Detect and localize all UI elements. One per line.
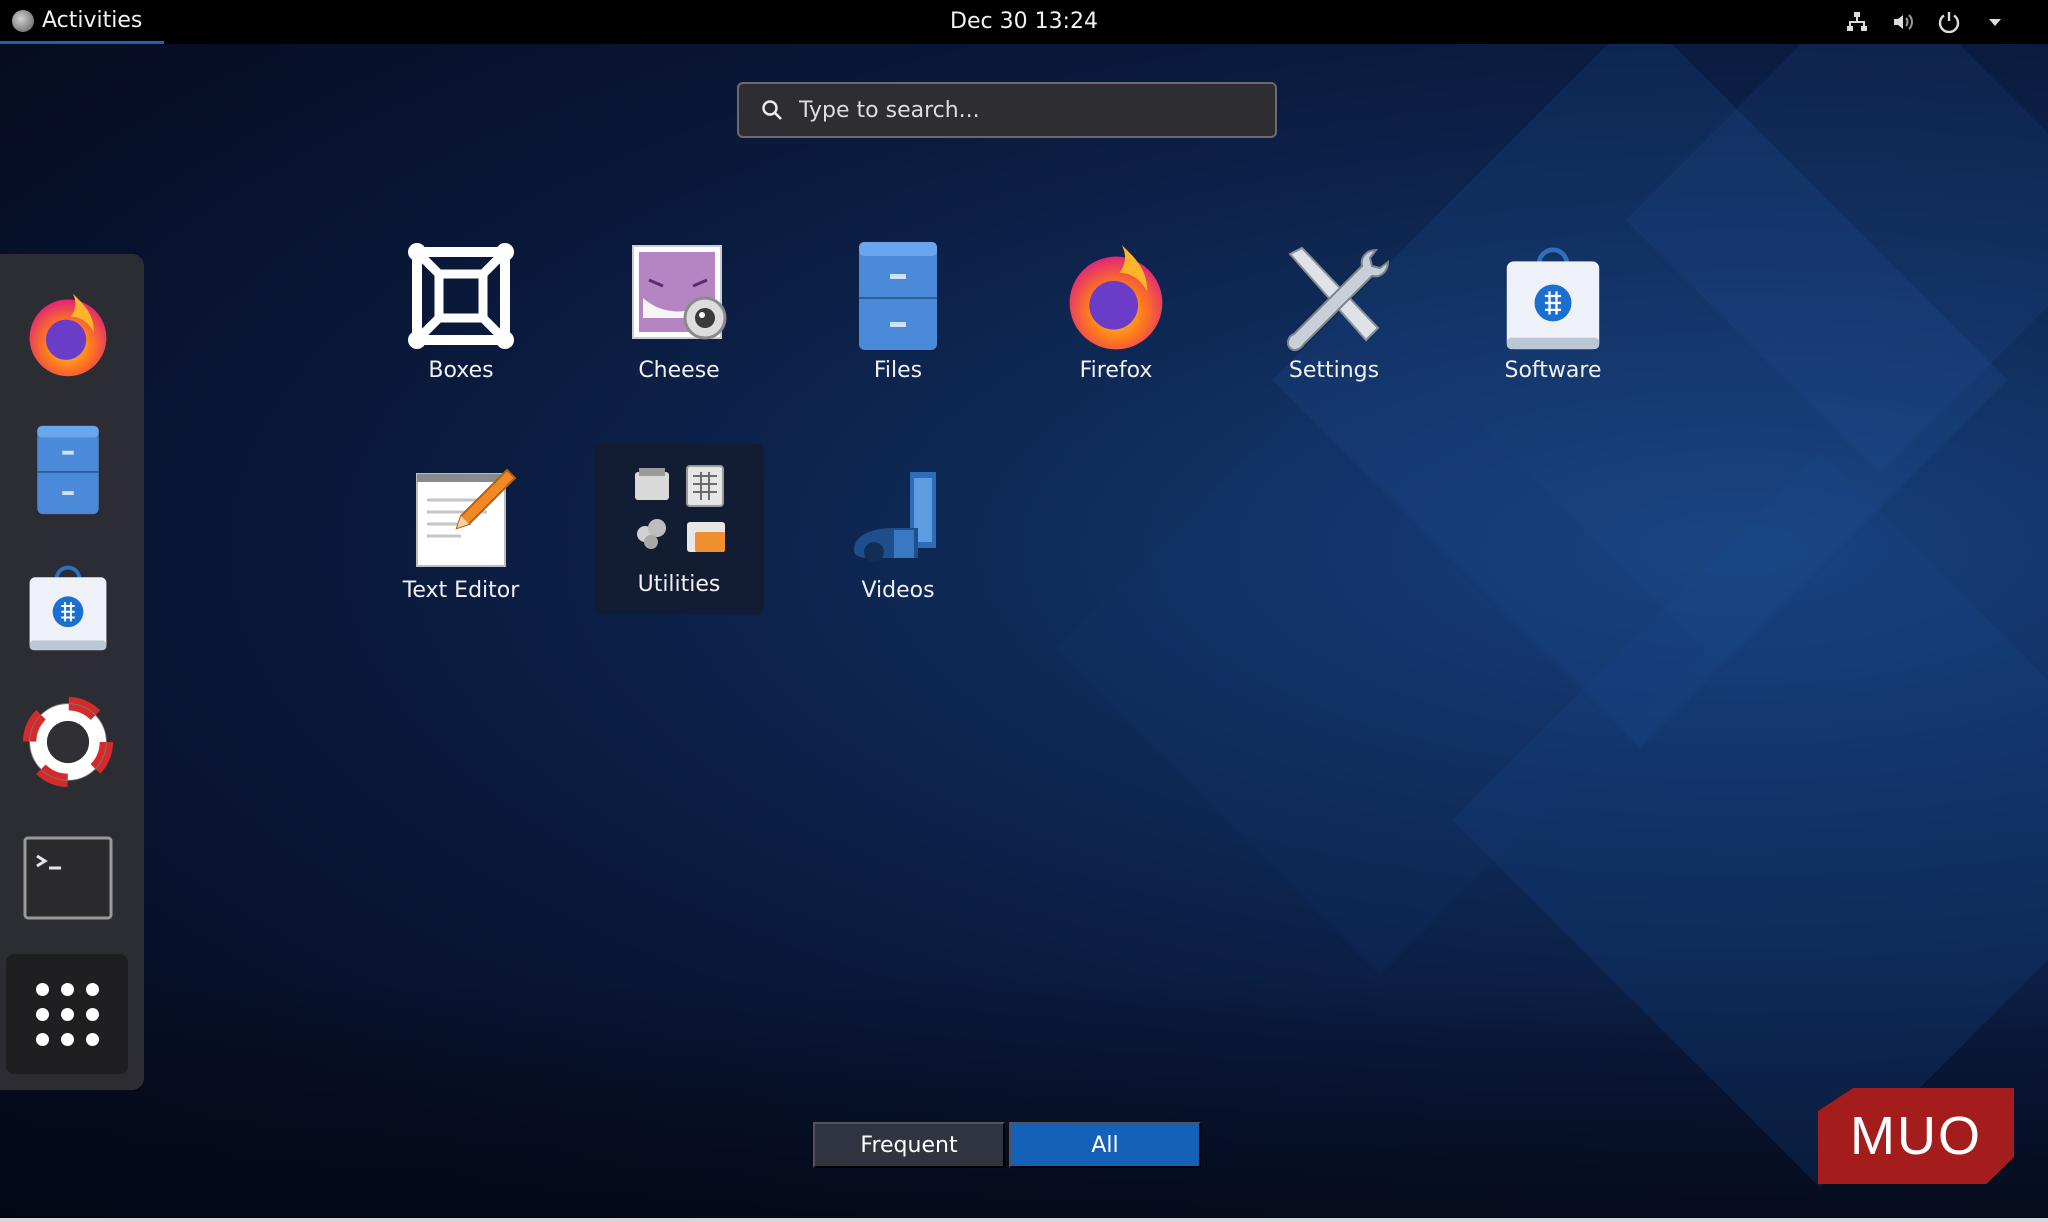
firefox-icon xyxy=(1056,236,1176,356)
system-menu[interactable] xyxy=(1844,0,2008,44)
app-files[interactable]: Files xyxy=(813,230,983,400)
text-editor-icon xyxy=(401,456,521,576)
muo-watermark: MUO xyxy=(1818,1088,2014,1184)
dash-item-files[interactable] xyxy=(12,414,124,526)
videos-icon xyxy=(838,456,958,576)
search-input[interactable] xyxy=(799,97,1239,123)
distro-logo-icon xyxy=(12,9,34,32)
activities-button[interactable]: Activities xyxy=(0,0,164,44)
app-label: Cheese xyxy=(638,358,720,383)
app-videos[interactable]: Videos xyxy=(813,450,983,620)
clock-container: Dec 30 13:24 xyxy=(0,0,2048,44)
utilities-folder-icon xyxy=(619,450,739,570)
app-label: Text Editor xyxy=(402,578,520,603)
view-toggle: Frequent All xyxy=(813,1122,1201,1168)
terminal-icon xyxy=(23,836,113,920)
clock[interactable]: Dec 30 13:24 xyxy=(950,9,1098,34)
app-cheese[interactable]: Cheese xyxy=(594,230,764,400)
app-text-editor[interactable]: Text Editor xyxy=(376,450,546,620)
app-label: Utilities xyxy=(637,572,721,597)
dash-item-terminal[interactable] xyxy=(12,822,124,934)
app-grid-icon xyxy=(35,982,99,1046)
desktop-background xyxy=(0,0,2048,1222)
settings-icon xyxy=(1274,236,1394,356)
chevron-down-icon[interactable] xyxy=(1982,9,2008,35)
boxes-icon xyxy=(401,236,521,356)
app-label: Firefox xyxy=(1079,358,1153,383)
app-utilities-folder[interactable]: Utilities xyxy=(594,444,764,614)
all-button[interactable]: All xyxy=(1009,1122,1201,1168)
app-label: Videos xyxy=(861,578,935,603)
screen-border xyxy=(0,1218,2048,1222)
search-icon xyxy=(762,100,782,120)
search-box[interactable] xyxy=(737,82,1277,138)
software-icon xyxy=(29,565,107,651)
activities-label: Activities xyxy=(42,8,143,33)
app-boxes[interactable]: Boxes xyxy=(376,230,546,400)
app-label: Boxes xyxy=(428,358,494,383)
dash xyxy=(0,254,144,1090)
app-label: Settings xyxy=(1288,358,1380,383)
dash-item-firefox[interactable] xyxy=(12,278,124,390)
files-icon xyxy=(838,236,958,356)
files-icon xyxy=(37,425,99,515)
network-icon[interactable] xyxy=(1844,9,1870,35)
dash-item-software[interactable] xyxy=(12,550,124,662)
dash-item-help[interactable] xyxy=(12,686,124,798)
app-firefox[interactable]: Firefox xyxy=(1031,230,1201,400)
app-settings[interactable]: Settings xyxy=(1249,230,1419,400)
show-applications-button[interactable] xyxy=(6,954,128,1074)
software-icon xyxy=(1493,236,1613,356)
power-icon[interactable] xyxy=(1936,9,1962,35)
app-software[interactable]: Software xyxy=(1468,230,1638,400)
app-label: Files xyxy=(873,358,923,383)
cheese-icon xyxy=(619,236,739,356)
app-label: Software xyxy=(1504,358,1602,383)
top-bar: Activities Dec 30 13:24 xyxy=(0,0,2048,44)
help-icon xyxy=(22,696,114,788)
firefox-icon xyxy=(29,293,107,377)
frequent-button[interactable]: Frequent xyxy=(813,1122,1005,1168)
watermark-text: MUO xyxy=(1850,1106,1982,1166)
volume-icon[interactable] xyxy=(1890,9,1916,35)
